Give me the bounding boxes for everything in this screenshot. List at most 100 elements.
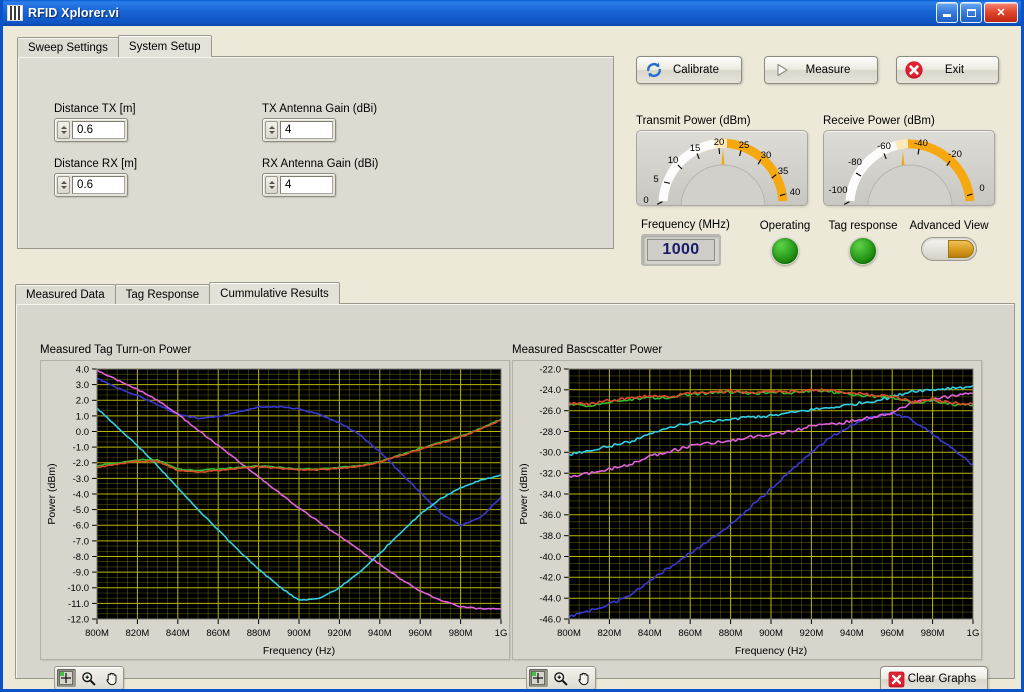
- x-tick-label: 880M: [719, 628, 743, 639]
- y-tick-label: -36.0: [539, 510, 561, 521]
- application-icon: [7, 5, 23, 21]
- zoom-tool-button[interactable]: [79, 669, 98, 687]
- x-tick-label: 900M: [287, 628, 311, 639]
- exit-button-label: Exit: [944, 64, 965, 76]
- tab-cummulative-results[interactable]: Cummulative Results: [209, 282, 340, 304]
- tx-gain-spinner[interactable]: [265, 121, 278, 139]
- rx-antenna-gain-input[interactable]: 4: [280, 176, 333, 194]
- y-tick-label: -44.0: [539, 594, 561, 605]
- results-tab-control: Measured Data Tag Response Cummulative R…: [15, 282, 1015, 689]
- transmit-power-gauge: 0 5 10 15 20 25 30 35 40: [636, 130, 808, 206]
- system-setup-panel: Distance TX [m] 0.6 Distance RX [m] 0.6 …: [17, 56, 614, 249]
- turn-on-power-graph[interactable]: 4.0 3.0 2.0 1.0 0.0 -1.0 -2.0 -3.0 -4.0 -5.0 -6.0 -…: [40, 360, 510, 660]
- receive-power-gauge: -100 -80 -60 -40 -20 0: [823, 130, 995, 206]
- x-tick-label: 800M: [85, 628, 109, 639]
- minimize-icon: [943, 14, 951, 17]
- distance-tx-spinner[interactable]: [57, 121, 70, 139]
- field-tx-antenna-gain-label: TX Antenna Gain (dBi): [262, 103, 378, 115]
- x-tick-label: 920M: [328, 628, 352, 639]
- distance-rx-numeric-control[interactable]: 0.6: [54, 173, 128, 197]
- distance-rx-input[interactable]: 0.6: [72, 176, 125, 194]
- measure-button-label: Measure: [805, 64, 851, 76]
- rx-antenna-gain-numeric-control[interactable]: 4: [262, 173, 336, 197]
- tx-antenna-gain-numeric-control[interactable]: 4: [262, 118, 336, 142]
- turn-on-power-graph-block: Measured Tag Turn-on Power 4.0 3.0 2.0 1.0 0…: [40, 344, 510, 689]
- x-tick-label: 860M: [206, 628, 230, 639]
- y-tick-label: -10.0: [67, 583, 89, 594]
- field-distance-tx: Distance TX [m] 0.6: [54, 103, 136, 142]
- x-tick-label: 820M: [598, 628, 622, 639]
- cursor-tool-button[interactable]: [56, 669, 76, 687]
- field-distance-tx-label: Distance TX [m]: [54, 103, 136, 115]
- window-body: Sweep Settings System Setup Distance TX …: [3, 26, 1021, 689]
- turn-on-power-graph-title: Measured Tag Turn-on Power: [40, 344, 192, 356]
- zoom-tool-button[interactable]: [551, 669, 570, 687]
- y-tick-label: 1.0: [76, 411, 89, 422]
- tab-measured-data[interactable]: Measured Data: [15, 284, 116, 304]
- distance-tx-numeric-control[interactable]: 0.6: [54, 118, 128, 142]
- y-tick-label: -7.0: [73, 536, 89, 547]
- spin-up-icon: [60, 126, 67, 129]
- rx-gain-spinner[interactable]: [265, 176, 278, 194]
- spin-down-icon: [268, 131, 275, 134]
- window-title: RFID Xplorer.vi: [28, 6, 120, 20]
- y-tick-label: -12.0: [67, 614, 89, 625]
- x-tick-label: 980M: [449, 628, 473, 639]
- measure-button[interactable]: Measure: [764, 56, 878, 84]
- operating-led: [771, 237, 799, 265]
- gauge-tick-3: 15: [690, 143, 701, 154]
- y-tick-label: -11.0: [68, 599, 89, 610]
- operating-led-label: Operating: [759, 220, 811, 232]
- pan-tool-button[interactable]: [102, 669, 121, 687]
- frequency-value: 1000: [647, 239, 715, 261]
- title-bar[interactable]: RFID Xplorer.vi ✕: [3, 0, 1021, 26]
- x-tick-label: 880M: [247, 628, 271, 639]
- field-rx-antenna-gain-label: RX Antenna Gain (dBi): [262, 158, 379, 170]
- field-distance-rx-label: Distance RX [m]: [54, 158, 138, 170]
- maximize-button[interactable]: [960, 2, 982, 23]
- y-tick-label: 2.0: [76, 396, 89, 407]
- y-tick-label: -32.0: [539, 469, 561, 480]
- tab-sweep-settings[interactable]: Sweep Settings: [17, 37, 119, 57]
- clear-graphs-button[interactable]: Clear Graphs: [880, 666, 988, 689]
- gauge-tick-2: -60: [877, 141, 891, 152]
- transmit-power-gauge-title: Transmit Power (dBm): [636, 115, 751, 127]
- advanced-view-group: Advanced View: [906, 220, 992, 261]
- spin-down-icon: [60, 186, 67, 189]
- close-button[interactable]: ✕: [984, 2, 1018, 23]
- calibrate-button[interactable]: Calibrate: [636, 56, 742, 84]
- tag-response-led: [849, 237, 877, 265]
- y-tick-label: -1.0: [73, 443, 89, 454]
- distance-rx-spinner[interactable]: [57, 176, 70, 194]
- y-tick-label: -9.0: [73, 568, 89, 579]
- close-box-icon: [887, 670, 905, 688]
- x-tick-label: 800M: [557, 628, 581, 639]
- y-tick-label: -6.0: [73, 521, 89, 532]
- right-graph-palette[interactable]: [526, 666, 596, 689]
- tab-tag-response[interactable]: Tag Response: [114, 284, 211, 304]
- y-tick-label: -24.0: [539, 385, 561, 396]
- tx-antenna-gain-input[interactable]: 4: [280, 121, 333, 139]
- y-tick-label: -8.0: [73, 552, 89, 563]
- tab-system-setup[interactable]: System Setup: [117, 35, 212, 57]
- advanced-view-toggle[interactable]: [921, 237, 977, 261]
- field-tx-antenna-gain: TX Antenna Gain (dBi) 4: [262, 103, 377, 142]
- refresh-icon: [643, 59, 665, 81]
- gauge-tick-7: 35: [778, 166, 789, 177]
- x-tick-label: 840M: [166, 628, 190, 639]
- y-tick-label: -22.0: [539, 364, 561, 375]
- pan-tool-button[interactable]: [574, 669, 593, 687]
- gauge-tick-1: 5: [653, 174, 658, 185]
- minimize-button[interactable]: [936, 2, 958, 23]
- backscatter-power-graph[interactable]: -22.0 -24.0 -26.0 -28.0 -30.0 -32.0 -34.0 -36.0…: [512, 360, 982, 660]
- results-tabstrip: Measured Data Tag Response Cummulative R…: [15, 282, 1015, 304]
- exit-button[interactable]: Exit: [896, 56, 999, 84]
- x-tick-label: 940M: [840, 628, 864, 639]
- settings-tabstrip: Sweep Settings System Setup: [17, 35, 614, 57]
- x-tick-label: 920M: [800, 628, 824, 639]
- y-tick-label: -4.0: [73, 489, 89, 500]
- cursor-tool-button[interactable]: [528, 669, 548, 687]
- distance-tx-input[interactable]: 0.6: [72, 121, 125, 139]
- left-graph-palette[interactable]: [54, 666, 124, 689]
- frequency-label: Frequency (MHz): [641, 219, 730, 231]
